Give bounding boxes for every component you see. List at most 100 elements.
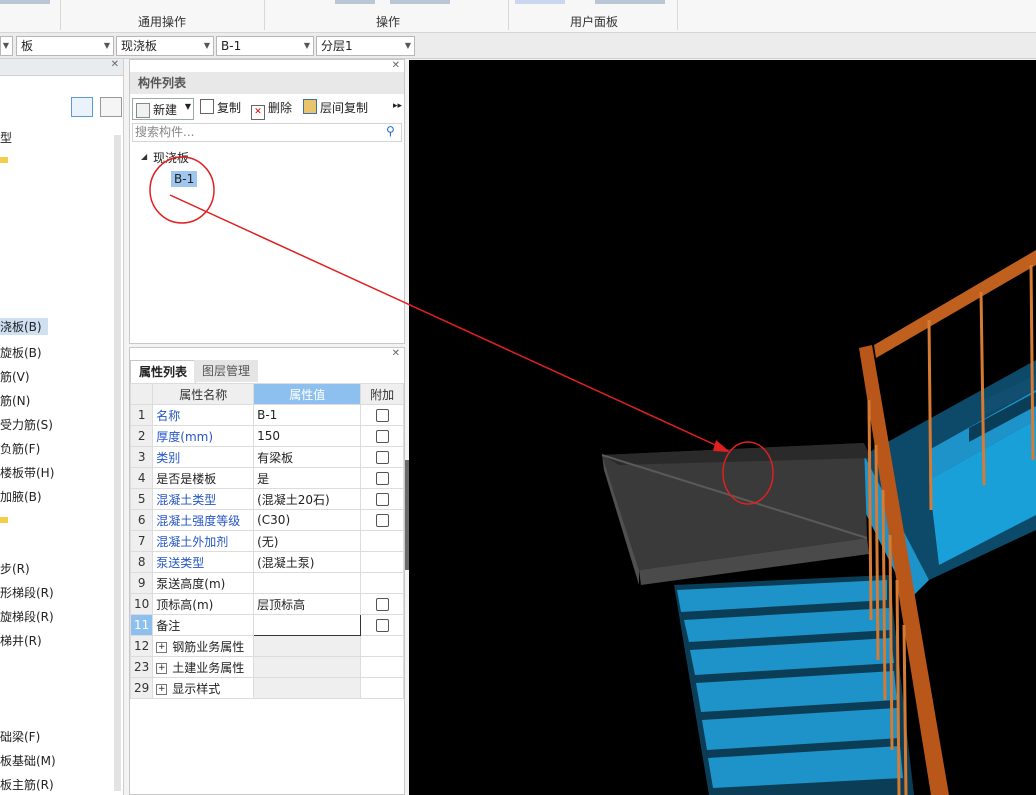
ribbon-separator bbox=[60, 0, 61, 30]
type-selector[interactable]: 现浇板 ▼ bbox=[116, 36, 214, 56]
property-value[interactable]: 150 bbox=[253, 425, 362, 447]
search-icon[interactable]: ⚲ bbox=[386, 124, 395, 138]
table-row[interactable]: 5 混凝土类型 (混凝土20石) bbox=[129, 488, 404, 510]
table-row[interactable]: 9 泵送高度(m) bbox=[129, 572, 404, 594]
delete-button[interactable]: ✕ 删除 bbox=[251, 98, 292, 120]
column-header-extra: 附加 bbox=[360, 383, 404, 405]
floor-selector[interactable]: ▼ bbox=[0, 36, 13, 56]
tree-item[interactable]: 板基础(M) bbox=[0, 752, 56, 769]
floor-copy-icon bbox=[303, 99, 317, 114]
checkbox[interactable] bbox=[375, 598, 389, 611]
property-value[interactable]: B-1 bbox=[253, 404, 362, 426]
ribbon-fragment bbox=[390, 0, 450, 4]
tree-item[interactable]: 受力筋(S) bbox=[0, 416, 53, 433]
tree-item[interactable]: 步(R) bbox=[0, 560, 30, 577]
property-value[interactable]: (无) bbox=[253, 530, 362, 552]
tree-item[interactable]: 板主筋(R) bbox=[0, 776, 54, 793]
tree-item[interactable]: 梯井(R) bbox=[0, 632, 42, 649]
checkbox[interactable] bbox=[375, 430, 389, 443]
property-value[interactable]: 层顶标高 bbox=[253, 593, 362, 615]
tree-item[interactable]: 型 bbox=[0, 129, 12, 146]
more-icon[interactable]: ▸▸ bbox=[393, 101, 402, 111]
copy-button[interactable]: 复制 bbox=[200, 98, 241, 118]
property-panel: ✕ 属性列表 图层管理 属性名称 属性值 附加 1 名称 B-1 2 厚度(mm) 15… bbox=[129, 347, 405, 795]
checkbox[interactable] bbox=[375, 472, 389, 485]
table-row[interactable]: 8 泵送类型 (混凝土泵) bbox=[129, 551, 404, 573]
chevron-down-icon: ▼ bbox=[404, 41, 411, 50]
3d-viewport[interactable] bbox=[409, 60, 1036, 795]
close-icon[interactable]: ✕ bbox=[111, 59, 119, 70]
tree-item[interactable]: 旋梯段(R) bbox=[0, 608, 54, 625]
panel-header: 构件列表 bbox=[130, 72, 404, 94]
ribbon-separator bbox=[508, 0, 509, 30]
tree-item[interactable]: 形梯段(R) bbox=[0, 584, 54, 601]
ribbon-fragment bbox=[515, 0, 565, 4]
table-row[interactable]: 7 混凝土外加剂 (无) bbox=[129, 530, 404, 552]
ribbon-fragment bbox=[595, 0, 665, 4]
tree-node-parent[interactable]: 现浇板 bbox=[153, 149, 189, 166]
table-row[interactable]: 6 混凝土强度等级 (C30) bbox=[129, 509, 404, 531]
expand-icon[interactable]: + bbox=[156, 641, 168, 653]
table-row[interactable]: 3 类别 有梁板 bbox=[129, 446, 404, 468]
property-value[interactable]: (混凝土泵) bbox=[253, 551, 362, 573]
ribbon-separator bbox=[677, 0, 678, 30]
tree-item[interactable]: 旋板(B) bbox=[0, 344, 42, 361]
table-row-group[interactable]: 23 + 土建业务属性 bbox=[129, 656, 404, 678]
ribbon: 通用操作 操作 用户面板 bbox=[0, 0, 1036, 33]
search-input[interactable]: 搜索构件... bbox=[132, 123, 402, 142]
tree-item[interactable]: 加腋(B) bbox=[0, 488, 42, 505]
property-value[interactable]: (混凝土20石) bbox=[253, 488, 362, 510]
tree-node-selected[interactable]: B-1 bbox=[171, 171, 198, 187]
chevron-down-icon: ▼ bbox=[2, 41, 9, 50]
property-value[interactable] bbox=[253, 572, 362, 594]
category-selector[interactable]: 板 ▼ bbox=[16, 36, 114, 56]
remark-input[interactable] bbox=[253, 614, 362, 636]
component-selector[interactable]: B-1 ▼ bbox=[216, 36, 314, 56]
table-row-group[interactable]: 29 + 显示样式 bbox=[129, 677, 404, 699]
checkbox[interactable] bbox=[375, 493, 389, 506]
checkbox[interactable] bbox=[375, 409, 389, 422]
checkbox[interactable] bbox=[375, 619, 389, 632]
layer-selector[interactable]: 分层1 ▼ bbox=[316, 36, 415, 56]
list-view-icon[interactable] bbox=[71, 97, 93, 117]
new-button[interactable]: 新建 ▼ bbox=[132, 98, 194, 120]
delete-icon: ✕ bbox=[251, 105, 265, 120]
component-list-panel: ✕ 构件列表 新建 ▼ 复制 ✕ 删除 层间复制 ▸▸ 搜索构件... ⚲ ◢ 现浇… bbox=[129, 59, 405, 344]
expand-icon[interactable]: + bbox=[156, 662, 168, 674]
table-row[interactable]: 10 顶标高(m) 层顶标高 bbox=[129, 593, 404, 615]
property-value[interactable]: 是 bbox=[253, 467, 362, 489]
tree-item-selected[interactable]: 浇板(B) bbox=[0, 318, 48, 335]
table-row[interactable]: 4 是否是楼板是 bbox=[129, 467, 404, 489]
ribbon-fragment bbox=[0, 0, 50, 4]
table-row-selected[interactable]: 11 备注 bbox=[129, 614, 404, 636]
table-row-group[interactable]: 12 + 钢筋业务属性 bbox=[129, 635, 404, 657]
property-value[interactable]: (C30) bbox=[253, 509, 362, 531]
tree-item[interactable]: 楼板带(H) bbox=[0, 464, 54, 481]
table-row[interactable]: 2 厚度(mm) 150 bbox=[129, 425, 404, 447]
tree-item[interactable]: 础梁(F) bbox=[0, 728, 40, 745]
tab-property-list[interactable]: 属性列表 bbox=[130, 360, 197, 383]
checkbox[interactable] bbox=[375, 451, 389, 464]
expand-icon[interactable]: + bbox=[156, 683, 168, 695]
tree-item[interactable]: 负筋(F) bbox=[0, 440, 40, 457]
checkbox[interactable] bbox=[375, 514, 389, 527]
table-corner bbox=[129, 383, 154, 405]
ribbon-group-general-ops: 通用操作 bbox=[138, 15, 187, 29]
collapse-icon[interactable]: ◢ bbox=[141, 152, 147, 161]
table-row[interactable]: 1 名称 B-1 bbox=[129, 404, 404, 426]
close-icon[interactable]: ✕ bbox=[392, 60, 400, 71]
scrollbar[interactable] bbox=[114, 135, 121, 791]
floor-slab bbox=[601, 443, 871, 585]
ribbon-fragment bbox=[335, 0, 375, 4]
close-icon[interactable]: ✕ bbox=[392, 348, 400, 359]
grid-view-icon[interactable] bbox=[100, 97, 122, 117]
ribbon-group-user-panel: 用户面板 bbox=[570, 15, 619, 29]
floor-copy-button[interactable]: 层间复制 bbox=[303, 98, 368, 118]
tree-item[interactable]: 筋(V) bbox=[0, 368, 30, 385]
tab-layer-management[interactable]: 图层管理 bbox=[194, 360, 259, 382]
folder-icon bbox=[0, 157, 8, 163]
ribbon-group-ops: 操作 bbox=[376, 15, 401, 29]
folder-icon bbox=[0, 517, 8, 523]
tree-item[interactable]: 筋(N) bbox=[0, 392, 30, 409]
property-value[interactable]: 有梁板 bbox=[253, 446, 362, 468]
